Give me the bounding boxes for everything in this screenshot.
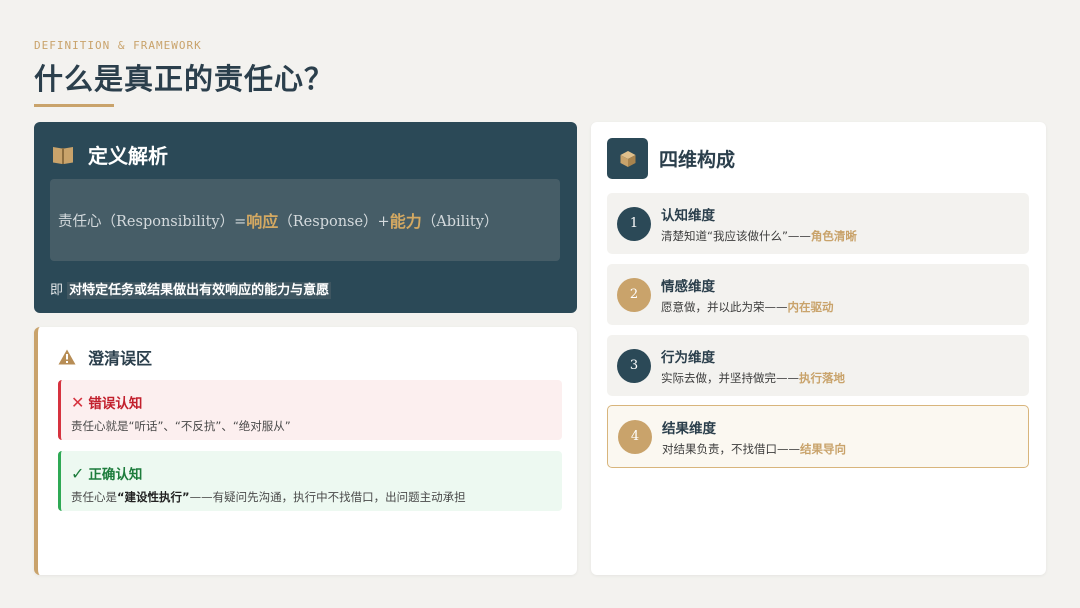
dimension-desc-text: 对结果负责，不找借口—— — [662, 441, 800, 456]
dimension-desc: 愿意做，并以此为荣——内在驱动 — [661, 299, 834, 315]
right-belief-box: ✓ 正确认知 责任心是“建设性执行”——有疑问先沟通，执行中不找借口，出问题主动… — [58, 451, 562, 511]
formula-text: 责任心（Responsibility）= — [58, 213, 247, 230]
wrong-belief-label: 错误认知 — [88, 396, 143, 412]
title-underline — [34, 104, 114, 107]
right-belief-text: 责任心是“建设性执行”——有疑问先沟通，执行中不找借口，出问题主动承担 — [71, 489, 562, 505]
check-icon: ✓ — [71, 463, 85, 483]
dimension-item-cognitive: 1 认知维度 清楚知道“我应该做什么”——角色清晰 — [607, 193, 1029, 254]
dimension-name: 认知维度 — [661, 207, 715, 224]
formula-text: （Response）+ — [278, 213, 390, 230]
warning-icon — [58, 349, 76, 365]
cross-icon: ✕ — [71, 392, 85, 412]
dimensions-card: 四维构成 1 认知维度 清楚知道“我应该做什么”——角色清晰 2 情感维度 愿意… — [591, 122, 1046, 575]
dimension-number: 2 — [617, 277, 651, 312]
dimension-number: 3 — [617, 348, 651, 383]
dimension-desc-text: 愿意做，并以此为荣—— — [661, 299, 788, 314]
definition-note-prefix: 即 — [50, 283, 64, 298]
right-belief-prefix: 责任心是 — [71, 490, 117, 504]
dimension-desc: 对结果负责，不找借口——结果导向 — [662, 441, 846, 457]
dimension-accent: 角色清晰 — [810, 228, 857, 243]
dimension-desc-text: 清楚知道“我应该做什么”—— — [661, 228, 811, 243]
definition-note: 即 对特定任务或结果做出有效响应的能力与意愿 — [50, 279, 332, 299]
definition-note-highlight: 对特定任务或结果做出有效响应的能力与意愿 — [67, 282, 332, 299]
right-belief-label: 正确认知 — [88, 467, 143, 483]
dimension-name: 行为维度 — [661, 349, 715, 366]
dimension-item-emotional: 2 情感维度 愿意做，并以此为荣——内在驱动 — [607, 264, 1029, 325]
definition-header: 定义解析 — [52, 140, 168, 169]
formula-term-ability: 能力 — [389, 212, 422, 231]
dimension-content: 认知维度 清楚知道“我应该做什么”——角色清晰 — [661, 204, 857, 244]
dimension-name: 结果维度 — [662, 420, 716, 437]
wrong-belief-text: 责任心就是“听话”、“不反抗”、“绝对服从” — [71, 419, 291, 433]
dimension-content: 情感维度 愿意做，并以此为荣——内在驱动 — [661, 275, 834, 315]
dimension-desc: 实际去做，并坚持做完——执行落地 — [661, 370, 845, 386]
dimensions-header: 四维构成 — [607, 138, 735, 179]
dimension-accent: 执行落地 — [799, 370, 845, 385]
dimension-content: 行为维度 实际去做，并坚持做完——执行落地 — [661, 346, 845, 386]
cube-icon-tile — [607, 138, 648, 179]
definition-title: 定义解析 — [88, 144, 168, 168]
definition-card: 定义解析 责任心（Responsibility）= 响应 （Response）+… — [34, 122, 577, 313]
dimension-desc: 清楚知道“我应该做什么”——角色清晰 — [661, 228, 857, 244]
dimension-item-behavioral: 3 行为维度 实际去做，并坚持做完——执行落地 — [607, 335, 1029, 396]
dimension-accent: 内在驱动 — [787, 299, 834, 314]
misconceptions-header: 澄清误区 — [58, 345, 152, 369]
book-icon — [53, 146, 73, 164]
misconceptions-card: 澄清误区 ✕ 错误认知 责任心就是“听话”、“不反抗”、“绝对服从” ✓ 正确认… — [34, 327, 577, 575]
misconceptions-title: 澄清误区 — [88, 349, 153, 368]
dimension-content: 结果维度 对结果负责，不找借口——结果导向 — [662, 417, 846, 457]
cube-icon — [620, 150, 635, 167]
dimension-desc-text: 实际去做，并坚持做完—— — [661, 370, 799, 385]
dimension-accent: 结果导向 — [800, 441, 846, 456]
right-belief-emphasis: “建设性执行” — [117, 490, 190, 504]
formula-text: （Ability） — [421, 213, 499, 230]
section-eyebrow: DEFINITION & FRAMEWORK — [34, 39, 202, 52]
dimension-name: 情感维度 — [661, 278, 715, 295]
page-title: 什么是真正的责任心？ — [34, 62, 335, 96]
right-belief-heading: ✓ 正确认知 — [71, 463, 562, 484]
wrong-belief-box: ✕ 错误认知 责任心就是“听话”、“不反抗”、“绝对服从” — [58, 380, 562, 440]
dimensions-title: 四维构成 — [659, 149, 736, 171]
wrong-belief-heading: ✕ 错误认知 — [71, 392, 562, 413]
dimension-item-result: 4 结果维度 对结果负责，不找借口——结果导向 — [607, 405, 1029, 468]
formula-box: 责任心（Responsibility）= 响应 （Response）+ 能力 （… — [50, 179, 560, 261]
dimension-number: 4 — [618, 419, 652, 454]
right-belief-suffix: ——有疑问先沟通，执行中不找借口，出问题主动承担 — [189, 490, 466, 504]
dimension-number: 1 — [617, 206, 651, 241]
formula-term-response: 响应 — [246, 212, 279, 231]
